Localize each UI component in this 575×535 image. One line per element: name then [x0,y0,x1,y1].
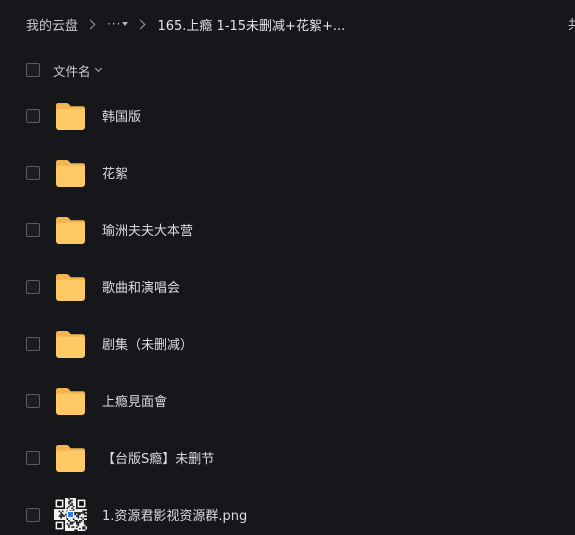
file-list: 韩国版 花絮 瑜洲夫夫大本营 歌曲和演唱会 剧集（未删减） 上瘾見面會 【台版S… [0,87,575,535]
file-name: 剧集（未删减） [102,338,194,353]
file-name: 上瘾見面會 [102,395,168,410]
row-checkbox[interactable] [26,393,40,408]
file-row[interactable]: 韩国版 [0,87,575,144]
row-checkbox[interactable] [26,165,40,180]
file-browser: 我的云盘 ··· 165.上瘾 1-15未删减+花絮+... 共 文件名 韩国版… [0,0,575,535]
file-row[interactable]: 瑜洲夫夫大本营 [0,201,575,258]
list-header: 文件名 [26,59,102,81]
row-checkbox[interactable] [26,279,40,294]
breadcrumb-current: 165.上瘾 1-15未删减+花絮+... [157,18,346,34]
file-row[interactable]: 上瘾見面會 [0,372,575,429]
breadcrumb-more-button[interactable]: ··· [107,17,129,31]
breadcrumb-root[interactable]: 我的云盘 [26,15,78,34]
file-name: 韩国版 [102,110,142,125]
file-row[interactable]: 花絮 [0,144,575,201]
row-checkbox[interactable] [26,108,40,123]
row-checkbox[interactable] [26,450,40,465]
row-checkbox[interactable] [26,336,40,351]
sort-label: 文件名 [53,63,91,79]
file-row[interactable]: 【台版S瘾】未删节 [0,429,575,486]
file-name: 歌曲和演唱会 [102,281,181,296]
folder-icon [54,441,87,474]
folder-icon [54,156,87,189]
file-name: 1.资源君影视资源群.png [102,509,248,524]
breadcrumb-more-label: ··· [107,17,122,31]
file-row[interactable]: 歌曲和演唱会 [0,258,575,315]
file-name: 花絮 [102,167,129,182]
file-row[interactable]: 1.资源君影视资源群.png [0,486,575,535]
file-name: 瑜洲夫夫大本营 [102,224,194,239]
chevron-right-icon [85,19,96,29]
folder-icon [54,384,87,417]
image-thumbnail-icon [54,498,87,531]
folder-icon [54,213,87,246]
chevron-down-icon [94,64,102,73]
file-name: 【台版S瘾】未删节 [102,452,215,467]
caret-down-icon [122,22,129,26]
sort-by-name-button[interactable]: 文件名 [53,61,102,80]
row-checkbox[interactable] [26,507,40,522]
breadcrumb: 我的云盘 ··· 165.上瘾 1-15未删减+花絮+... [26,14,575,34]
file-row[interactable]: 剧集（未删减） [0,315,575,372]
select-all-checkbox[interactable] [26,63,40,77]
item-count-label: 共 [567,18,575,33]
folder-icon [54,99,87,132]
folder-icon [54,327,87,360]
row-checkbox[interactable] [26,222,40,237]
folder-icon [54,270,87,303]
chevron-right-icon [136,19,146,29]
